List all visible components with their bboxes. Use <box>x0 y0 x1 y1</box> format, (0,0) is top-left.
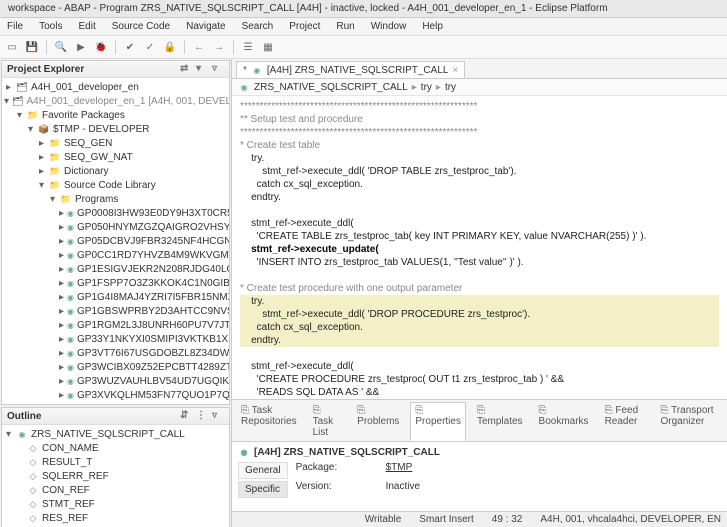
bottom-tab-feed-reader[interactable]: ⎘ Feed Reader <box>600 402 650 441</box>
new-icon[interactable]: ▭ <box>4 39 20 55</box>
window-title: workspace - ABAP - Program ZRS_NATIVE_SQ… <box>0 0 727 18</box>
package-label: Package: <box>296 462 376 479</box>
tree-item[interactable]: ▸GP1GBSWPRBY2D3AHTCC9NVSNC0T <box>4 304 227 318</box>
bottom-tab-task-list[interactable]: ⎘ Task List <box>308 402 347 441</box>
version-label: Version: <box>296 481 376 498</box>
tree-item[interactable]: ▸GP050HNYMZGZQAIGRO2VHSYEXUMHY <box>4 220 227 234</box>
tree-item[interactable]: ▸A4H_001_developer_en <box>4 80 227 94</box>
status-bar: Writable Smart Insert 49 : 32 A4H, 001, … <box>232 511 727 527</box>
filter-icon[interactable]: ⋮ <box>196 410 208 422</box>
breadcrumb-segment[interactable]: try <box>421 82 432 93</box>
tree-item[interactable]: RES_REF <box>4 511 227 525</box>
tree-item[interactable]: CON_NAME <box>4 441 227 455</box>
breadcrumb[interactable]: ZRS_NATIVE_SQLSCRIPT_CALL▸try▸try <box>232 79 727 96</box>
lock-icon[interactable]: 🔒 <box>162 39 178 55</box>
bottom-tab-templates[interactable]: ⎘ Templates <box>472 402 528 441</box>
search-icon[interactable]: 🔍 <box>53 39 69 55</box>
menu-tools[interactable]: Tools <box>36 20 65 33</box>
view-menu-icon[interactable]: ▿ <box>212 63 224 75</box>
editor-tab[interactable]: [A4H] ZRS_NATIVE_SQLSCRIPT_CALL × <box>236 61 465 78</box>
abap-program-icon <box>238 446 250 458</box>
breadcrumb-segment[interactable]: try <box>445 82 456 93</box>
tree-item[interactable]: ▾Source Code Library <box>4 178 227 192</box>
bottom-tab-properties[interactable]: ⎘ Properties <box>410 402 466 441</box>
outline-title: Outline <box>7 411 41 422</box>
menu-edit[interactable]: Edit <box>75 20 98 33</box>
forward-icon[interactable]: → <box>211 39 227 55</box>
outline-tree[interactable]: ▾ZRS_NATIVE_SQLSCRIPT_CALLCON_NAMERESULT… <box>2 425 229 527</box>
tree-item[interactable]: ▸GP3XVKQLHM53FN77QUO1P7QN4O <box>4 388 227 402</box>
tree-item[interactable]: ▸SEQ_GEN <box>4 136 227 150</box>
outline-icon[interactable]: ☰ <box>240 39 256 55</box>
tree-item[interactable]: ▸GP3VT76I67USGDOBZL8Z34DWBRLQA <box>4 346 227 360</box>
activate-icon[interactable]: ✔ <box>122 39 138 55</box>
bottom-tab-transport-organizer[interactable]: ⎘ Transport Organizer <box>655 402 723 441</box>
tree-item[interactable]: ▸GP1G4I8MAJ4YZRI7I5FBR15NMXGI <box>4 290 227 304</box>
project-explorer-title: Project Explorer <box>7 64 84 75</box>
run-icon[interactable]: ▶ <box>73 39 89 55</box>
perspective-icon[interactable]: ▦ <box>260 39 276 55</box>
tree-item[interactable]: ▾$TMP - DEVELOPER <box>4 122 227 136</box>
tree-item[interactable]: ▸SEQ_GW_NAT <box>4 150 227 164</box>
status-insert-mode: Smart Insert <box>419 514 473 525</box>
tree-item[interactable]: STMT_REF <box>4 497 227 511</box>
tree-item[interactable]: ▸GP1ESIGVJEKR2N208RJDG40LGW6A <box>4 262 227 276</box>
breadcrumb-segment[interactable]: ZRS_NATIVE_SQLSCRIPT_CALL <box>254 82 408 93</box>
project-explorer-tree[interactable]: ▸A4H_001_developer_en▾A4H_001_developer_… <box>2 78 229 404</box>
tree-item[interactable]: ▸GP1RGM2L3J8UNRH60PU7V7JTQH <box>4 318 227 332</box>
tree-item[interactable]: ▸GP0008I3HW93E0DY9H3XT0CR5 <box>4 206 227 220</box>
back-icon[interactable]: ← <box>191 39 207 55</box>
tree-item[interactable]: ▸GP05DCBVJ9FBR3245NF4HCGN5WD <box>4 234 227 248</box>
properties-side-general[interactable]: General <box>238 462 288 479</box>
code-editor[interactable]: ****************************************… <box>232 96 727 399</box>
editor-tab-bar: [A4H] ZRS_NATIVE_SQLSCRIPT_CALL × <box>232 59 727 79</box>
tree-item[interactable]: ▸GP3WCIBX09Z52EPCBTT4289ZTXBJ <box>4 360 227 374</box>
main-toolbar: ▭ 💾 🔍 ▶ 🐞 ✔ ✓ 🔒 ← → ☰ ▦ <box>0 36 727 59</box>
abap-program-icon <box>238 81 250 93</box>
tree-item[interactable]: ▾ZRS_NATIVE_SQLSCRIPT_CALL <box>4 427 227 441</box>
tree-item[interactable]: ▾Favorite Packages <box>4 108 227 122</box>
bottom-tab-problems[interactable]: ⎘ Problems <box>352 402 404 441</box>
abap-program-icon <box>251 64 263 76</box>
properties-view: [A4H] ZRS_NATIVE_SQLSCRIPT_CALL GeneralS… <box>232 441 727 511</box>
menu-source-code[interactable]: Source Code <box>109 20 173 33</box>
check-icon[interactable]: ✓ <box>142 39 158 55</box>
tree-item[interactable]: CON_REF <box>4 483 227 497</box>
tree-item[interactable]: ▸GP3WUZVAUHLBV54UD7UGQIKXXECW <box>4 374 227 388</box>
tree-item[interactable]: ▸Dictionary <box>4 164 227 178</box>
tree-item[interactable]: ▸GP33Y1NKYXI0SMIPI3VKTKB1XIKTB9 <box>4 332 227 346</box>
menu-search[interactable]: Search <box>239 20 277 33</box>
tree-item[interactable]: ▸GP0CC1RD7YHVZB4M9WKVGMWML6Z2 <box>4 248 227 262</box>
bottom-tab-bookmarks[interactable]: ⎘ Bookmarks <box>534 402 594 441</box>
menu-bar: File Tools Edit Source Code Navigate Search Pr… <box>0 18 727 36</box>
sort-icon[interactable]: ⇵ <box>180 410 192 422</box>
collapse-all-icon[interactable]: ▾ <box>196 63 208 75</box>
status-writable: Writable <box>365 514 402 525</box>
menu-navigate[interactable]: Navigate <box>183 20 228 33</box>
tree-item[interactable]: ▾Programs <box>4 192 227 206</box>
properties-side-specific[interactable]: Specific <box>238 481 288 498</box>
menu-run[interactable]: Run <box>333 20 357 33</box>
package-value[interactable]: $TMP <box>386 462 420 479</box>
status-cursor-pos: 49 : 32 <box>492 514 523 525</box>
close-tab-icon[interactable]: × <box>452 65 458 76</box>
version-value: Inactive <box>386 481 420 498</box>
menu-file[interactable]: File <box>4 20 26 33</box>
tree-item[interactable]: ▸GP1FSPP7O3Z3KKOK4C1N0GIBPE1 <box>4 276 227 290</box>
status-connection: A4H, 001, vhcala4hci, DEVELOPER, EN <box>540 514 721 525</box>
link-editor-icon[interactable]: ⇄ <box>180 63 192 75</box>
tree-item[interactable]: SQLERR_REF <box>4 469 227 483</box>
bottom-tab-task-repositories[interactable]: ⎘ Task Repositories <box>236 402 302 441</box>
outline-menu-icon[interactable]: ▿ <box>212 410 224 422</box>
tree-item[interactable]: ▾A4H_001_developer_en_1 [A4H, 001, DEVEL… <box>4 94 227 108</box>
tree-item[interactable]: RESULT_T <box>4 455 227 469</box>
debug-icon[interactable]: 🐞 <box>93 39 109 55</box>
menu-window[interactable]: Window <box>368 20 410 33</box>
menu-help[interactable]: Help <box>419 20 446 33</box>
save-icon[interactable]: 💾 <box>24 39 40 55</box>
bottom-tab-bar: ⎘ Task Repositories⎘ Task List⎘ Problems… <box>232 399 727 441</box>
menu-project[interactable]: Project <box>286 20 323 33</box>
